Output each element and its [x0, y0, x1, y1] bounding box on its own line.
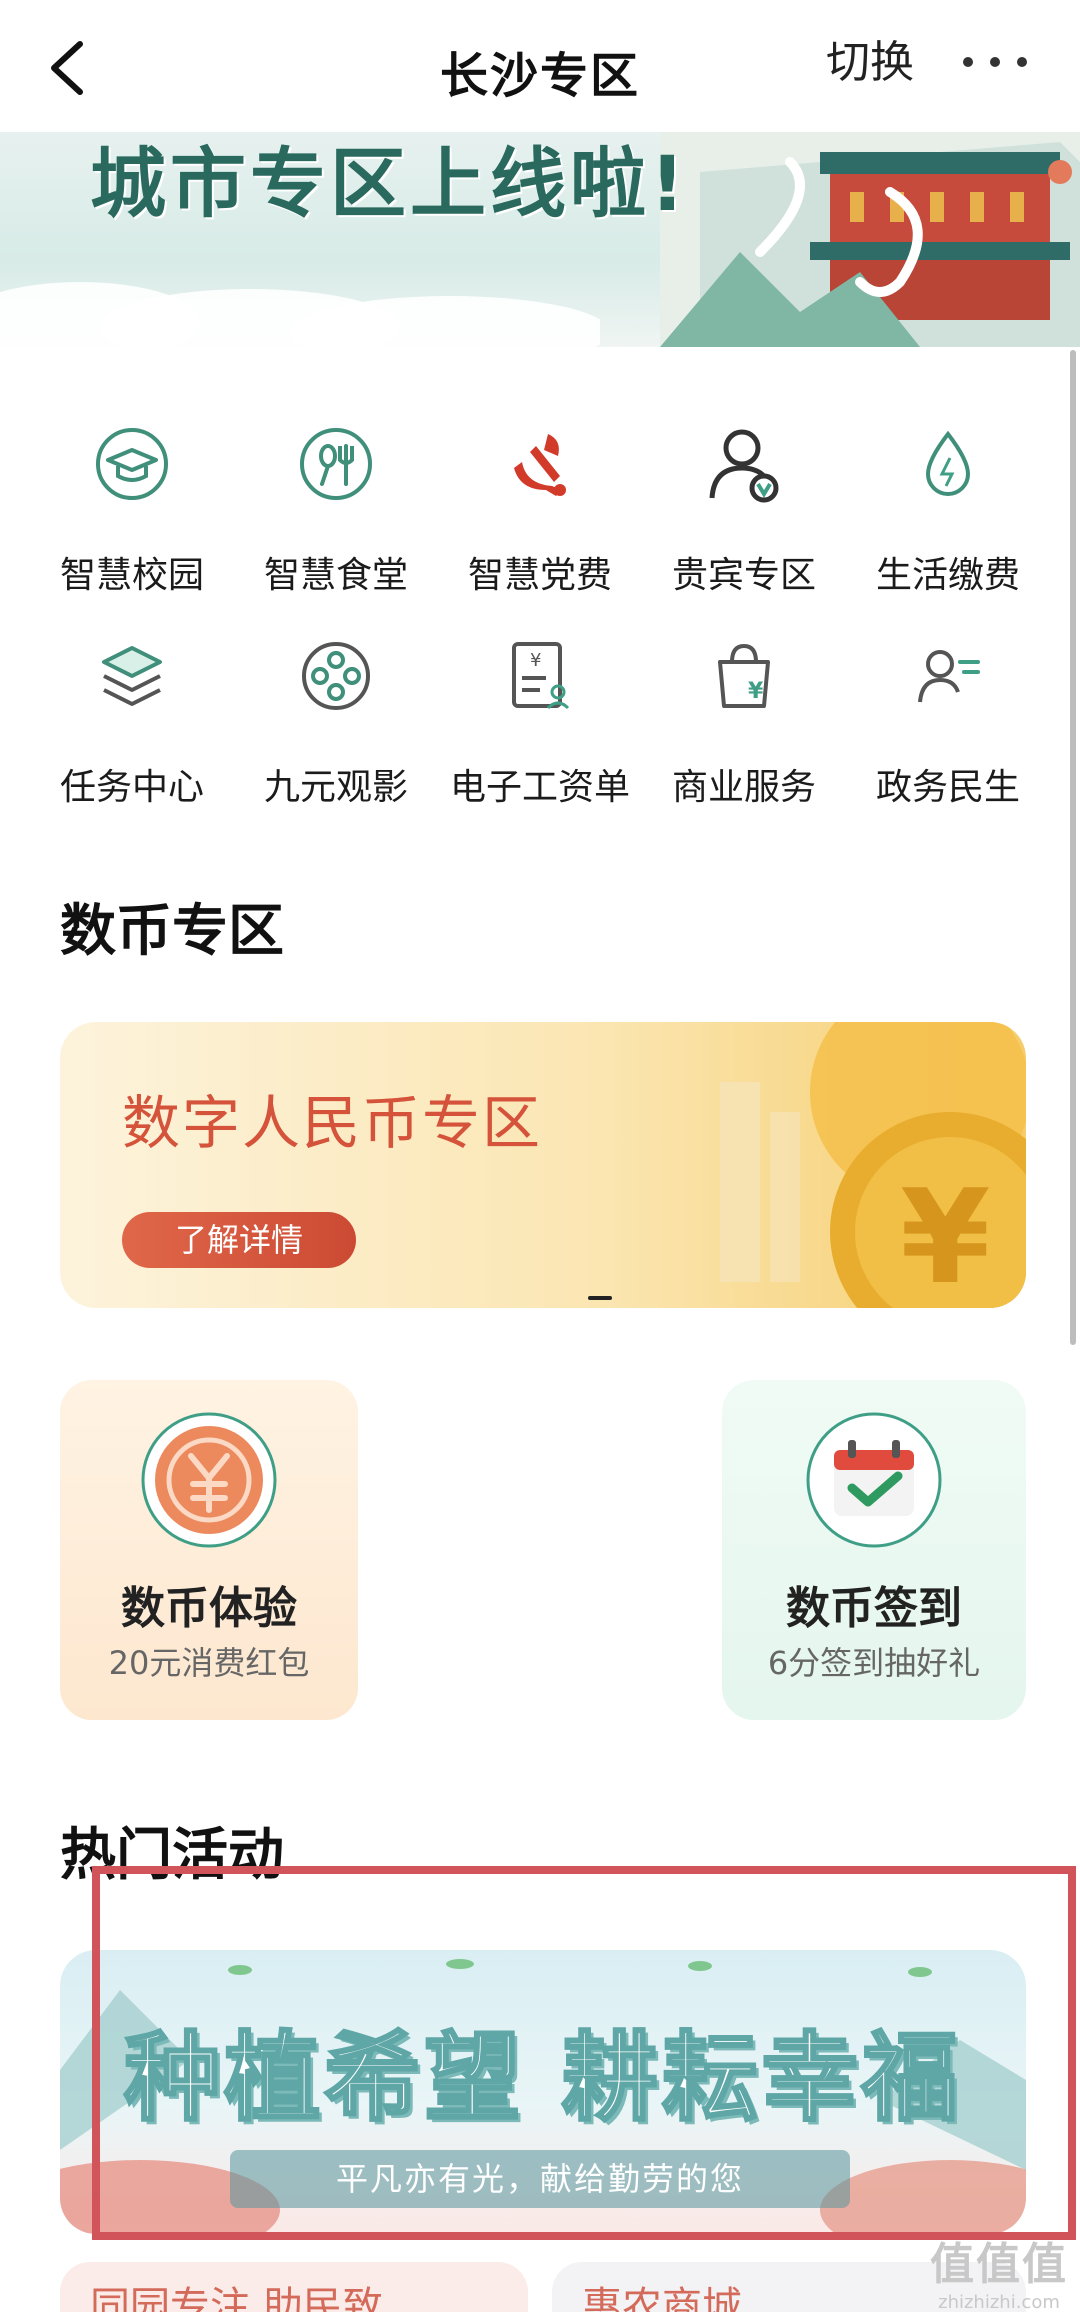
- service-label: 智慧食堂: [263, 555, 408, 596]
- bottom-card-text: 惠农商城: [582, 2284, 742, 2312]
- city-zone-hero-banner[interactable]: 城市专区上线啦!: [0, 132, 1080, 347]
- bottom-card-text: 同园专注 助民致: [90, 2284, 383, 2312]
- svg-text:¥: ¥: [900, 1161, 990, 1308]
- service-utility-payment[interactable]: 生活缴费: [846, 424, 1050, 604]
- service-label: 任务中心: [59, 767, 204, 808]
- service-label: 电子工资单: [449, 767, 630, 808]
- watermark-logo: 值值值: [930, 2239, 1068, 2290]
- service-business[interactable]: ¥ 商业服务: [642, 636, 846, 816]
- service-label: 生活缴费: [875, 555, 1020, 596]
- layers-icon: [92, 636, 172, 716]
- digital-currency-checkin-card[interactable]: 数币签到 6分签到抽好礼: [722, 1380, 1026, 1720]
- party-emblem-icon: [500, 424, 580, 504]
- card-subtitle: 20元消费红包: [108, 1644, 310, 1682]
- digital-currency-section-title: 数币专区: [60, 899, 284, 964]
- bottom-promo-card[interactable]: 同园专注 助民致: [60, 2262, 528, 2312]
- fork-knife-icon: [296, 424, 376, 504]
- rmb-banner-title: 数字人民币专区: [122, 1089, 543, 1157]
- svg-text:¥: ¥: [748, 679, 764, 704]
- calendar-check-icon: [804, 1410, 944, 1550]
- service-government[interactable]: 政务民生: [846, 636, 1050, 816]
- scrollbar[interactable]: [1070, 350, 1076, 1345]
- service-smart-campus[interactable]: 智慧校园: [30, 424, 234, 604]
- service-label: 贵宾专区: [671, 555, 816, 596]
- top-nav-bar: 长沙专区 切换: [0, 0, 1080, 132]
- digital-rmb-banner[interactable]: ¥ 数字人民币专区 了解详情: [60, 1022, 1026, 1308]
- card-subtitle: 6分签到抽好礼: [767, 1644, 981, 1682]
- service-label: 九元观影: [263, 767, 408, 808]
- service-smart-party-fee[interactable]: 智慧党费: [438, 424, 642, 604]
- shopping-bag-icon: ¥: [704, 636, 784, 716]
- page-title: 长沙专区: [439, 48, 640, 104]
- yuan-coin-icon: [139, 1410, 279, 1550]
- payslip-icon: ¥: [500, 636, 580, 716]
- watermark-url: zhizhizhi.com: [938, 2292, 1060, 2312]
- service-label: 智慧校园: [59, 555, 204, 596]
- graduation-cap-icon: [92, 424, 172, 504]
- more-options-icon[interactable]: [960, 50, 1030, 74]
- water-drop-icon: [908, 424, 988, 504]
- annotation-highlight-box: [92, 1866, 1076, 2240]
- site-watermark: 值值值 zhizhizhi.com: [924, 2228, 1074, 2312]
- card-title: 数币签到: [786, 1583, 962, 1634]
- hero-headline: 城市专区上线啦!: [90, 139, 689, 228]
- service-movie[interactable]: 九元观影: [234, 636, 438, 816]
- vip-user-icon: [704, 424, 784, 504]
- coin-illustration: ¥: [720, 1022, 1026, 1308]
- service-label: 商业服务: [671, 767, 816, 808]
- learn-more-button[interactable]: 了解详情: [122, 1212, 356, 1268]
- service-smart-canteen[interactable]: 智慧食堂: [234, 424, 438, 604]
- digital-currency-experience-card[interactable]: 数币体验 20元消费红包: [60, 1380, 358, 1720]
- service-label: 政务民生: [875, 767, 1020, 808]
- service-label: 智慧党费: [467, 555, 612, 596]
- switch-city-button[interactable]: 切换: [826, 26, 914, 90]
- service-vip-zone[interactable]: 贵宾专区: [642, 424, 846, 604]
- person-list-icon: [908, 636, 988, 716]
- film-reel-icon: [296, 636, 376, 716]
- cloud-decoration: [0, 282, 600, 347]
- service-task-center[interactable]: 任务中心: [30, 636, 234, 816]
- carousel-indicator: [588, 1296, 612, 1300]
- card-title: 数币体验: [121, 1583, 297, 1634]
- svg-text:¥: ¥: [530, 650, 541, 671]
- service-payslip[interactable]: ¥ 电子工资单: [438, 636, 642, 816]
